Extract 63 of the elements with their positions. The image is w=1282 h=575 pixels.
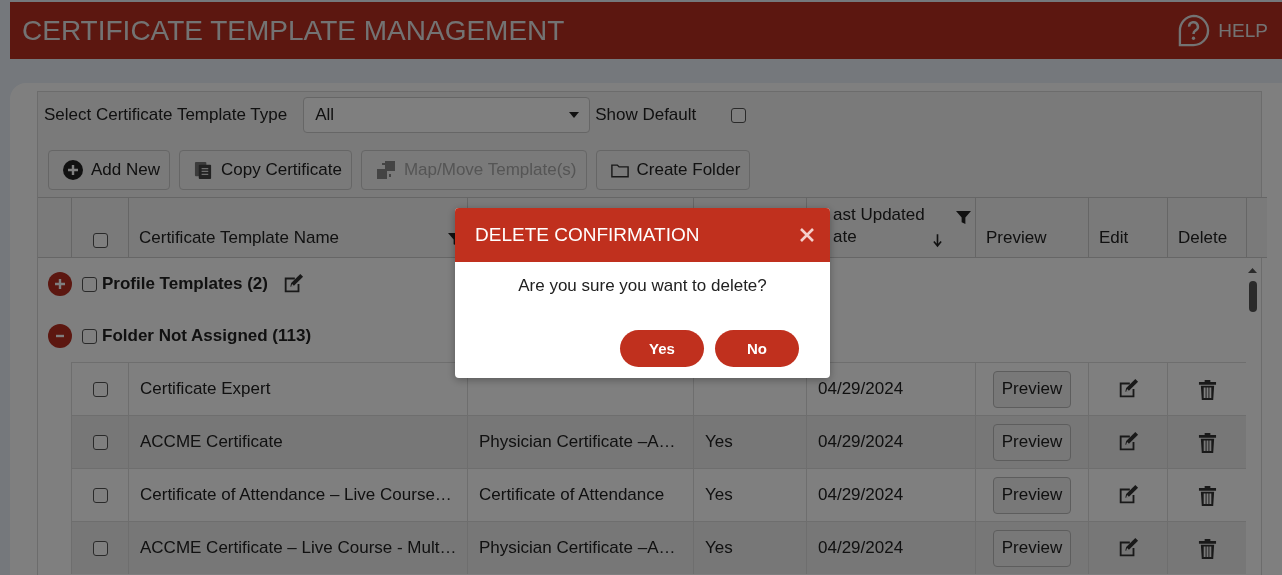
plus-circle-icon — [63, 160, 83, 180]
table-cell: 04/29/2024 — [818, 379, 904, 399]
table-cell: 04/29/2024 — [818, 432, 904, 452]
column-header[interactable]: Delete — [1167, 197, 1246, 258]
checkbox[interactable] — [92, 233, 108, 248]
dialog-button[interactable]: No — [715, 330, 799, 367]
table-cell: Yes — [705, 485, 733, 505]
trash-icon[interactable] — [1197, 484, 1217, 506]
checkbox[interactable] — [92, 487, 108, 503]
column-header[interactable]: Certificate Template Name — [128, 197, 467, 258]
caret-icon — [569, 112, 580, 118]
dialog-button[interactable]: Yes — [620, 330, 704, 367]
toolbar-button[interactable]: Copy Certificate — [179, 150, 352, 190]
toolbar-button[interactable]: Create Folder — [595, 150, 751, 190]
collapse-icon[interactable] — [48, 324, 72, 348]
folder-icon — [610, 162, 629, 178]
edit-icon[interactable] — [1117, 537, 1139, 559]
table-cell: 04/29/2024 — [818, 538, 904, 558]
table-cell: Certificate Expert — [140, 379, 271, 399]
edit-icon[interactable] — [1117, 484, 1139, 506]
checkbox[interactable] — [92, 540, 108, 556]
help-icon[interactable] — [1177, 14, 1211, 47]
close-icon[interactable] — [800, 228, 814, 242]
checkbox[interactable] — [731, 107, 747, 123]
table-cell: Yes — [705, 432, 733, 452]
checkbox[interactable] — [92, 381, 108, 397]
table-cell: ACCME Certificate – Live Course - Mult… — [140, 538, 457, 558]
column-header[interactable]: Edit — [1088, 197, 1167, 258]
checkbox-label: Show Default — [595, 105, 697, 125]
table-cell: 04/29/2024 — [818, 485, 904, 505]
edit-icon[interactable] — [1117, 431, 1139, 453]
folder-name[interactable]: Profile Templates (2) — [102, 274, 268, 294]
expand-icon[interactable] — [48, 272, 72, 296]
sort-down-icon[interactable] — [932, 233, 942, 248]
page-title: CERTIFICATE TEMPLATE MANAGEMENT — [22, 14, 565, 47]
preview-button[interactable]: Preview — [992, 423, 1072, 461]
preview-button[interactable]: Preview — [992, 476, 1072, 514]
preview-button[interactable]: Preview — [992, 370, 1072, 408]
dialog-title: DELETE CONFIRMATION — [475, 224, 700, 246]
table-cell: ACCME Certificate — [140, 432, 283, 452]
column-header[interactable]: Preview — [975, 197, 1088, 258]
checkbox[interactable] — [82, 328, 97, 344]
help-link[interactable]: HELP — [1218, 19, 1268, 42]
trash-icon[interactable] — [1197, 378, 1217, 400]
filter-icon[interactable] — [956, 210, 971, 225]
trash-icon[interactable] — [1197, 537, 1217, 559]
checkbox[interactable] — [92, 434, 108, 450]
edit-icon[interactable] — [1117, 378, 1139, 400]
trash-icon[interactable] — [1197, 431, 1217, 453]
checkbox[interactable] — [82, 276, 97, 292]
dialog-message: Are you sure you want to delete? — [517, 276, 768, 296]
table-cell: Certificate of Attendance — [479, 485, 665, 505]
field-label: Select Certificate Template Type — [44, 105, 288, 125]
squares-icon — [375, 160, 396, 180]
copy-icon — [194, 160, 213, 180]
preview-button[interactable]: Preview — [992, 529, 1072, 567]
template-type-dropdown[interactable]: All — [303, 97, 591, 133]
table-cell: Yes — [705, 538, 733, 558]
toolbar-button[interactable]: Add New — [48, 150, 170, 190]
table-cell: Certificate of Attendance – Live Course… — [140, 485, 452, 505]
table-cell: Physician Certificate –A… — [479, 432, 676, 452]
folder-name[interactable]: Folder Not Assigned (113) — [102, 326, 312, 346]
table-cell: Physician Certificate –A… — [479, 538, 676, 558]
